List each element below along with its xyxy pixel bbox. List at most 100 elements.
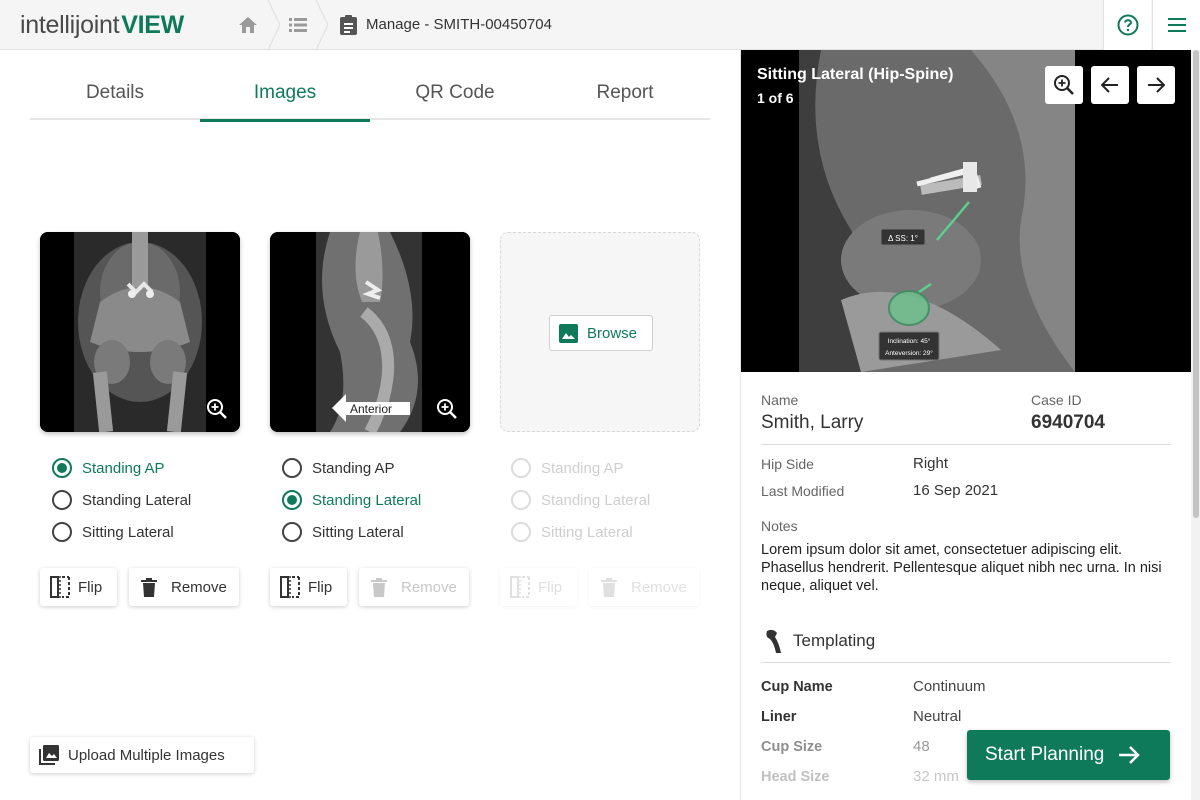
zoom-button[interactable] — [206, 398, 228, 420]
case-id-label: Case ID — [1031, 392, 1082, 408]
previous-image-button[interactable] — [1091, 66, 1129, 104]
tab-report[interactable]: Report — [540, 65, 710, 120]
flip-label: Flip — [538, 578, 563, 596]
breadcrumb-separator — [268, 0, 280, 50]
liner-label: Liner — [761, 709, 797, 725]
flip-icon — [280, 576, 300, 598]
femur-icon — [766, 629, 781, 653]
home-button[interactable] — [228, 0, 268, 50]
radio-sitting-lateral-1[interactable]: Sitting Lateral — [52, 522, 174, 542]
radio-standing-lateral-2[interactable]: Standing Lateral — [282, 490, 421, 510]
radio-standing-lateral-1[interactable]: Standing Lateral — [52, 490, 191, 510]
image-viewer[interactable]: Δ SS: 1° Inclination: 45° Anteversion: 2… — [741, 50, 1191, 372]
radio-dot — [282, 490, 302, 510]
hip-side-label: Hip Side — [761, 456, 814, 472]
tab-details[interactable]: Details — [30, 65, 200, 120]
radio-label: Standing Lateral — [312, 491, 422, 509]
viewer-counter: 1 of 6 — [757, 90, 794, 106]
menu-button[interactable] — [1152, 0, 1200, 50]
flip-button-1[interactable]: Flip — [40, 568, 117, 606]
divider — [761, 444, 1171, 445]
list-button[interactable] — [280, 0, 316, 50]
image-card-standing-ap[interactable] — [40, 232, 240, 432]
cup-name-value: Continuum — [913, 678, 986, 695]
clipboard-icon — [339, 15, 357, 35]
logo-text-1: intellijoint — [20, 11, 120, 39]
start-planning-button[interactable]: Start Planning — [967, 730, 1170, 780]
viewer-overlay-ss: Δ SS: 1° — [888, 234, 918, 243]
trash-icon — [141, 577, 157, 597]
viewer-title: Sitting Lateral (Hip-Spine) — [757, 66, 954, 83]
flip-button-2[interactable]: Flip — [270, 568, 347, 606]
help-icon — [1117, 14, 1138, 36]
last-modified-value: 16 Sep 2021 — [913, 482, 999, 499]
remove-label: Remove — [171, 578, 227, 596]
remove-label: Remove — [631, 578, 687, 596]
trash-icon — [371, 577, 387, 597]
flip-button-3[interactable]: Flip — [500, 568, 577, 606]
radio-dot — [511, 522, 531, 542]
panel-scrollbar[interactable] — [1191, 50, 1200, 800]
cup-size-label: Cup Size — [761, 739, 823, 755]
radio-standing-ap-2[interactable]: Standing AP — [282, 458, 395, 478]
tab-qr-code[interactable]: QR Code — [370, 65, 540, 120]
radio-sitting-lateral-3[interactable]: Sitting Lateral — [511, 522, 633, 542]
radio-dot — [282, 458, 302, 478]
remove-button-2[interactable]: Remove — [359, 568, 469, 606]
zoom-in-icon — [1054, 75, 1074, 95]
zoom-button[interactable] — [436, 398, 458, 420]
liner-value: Neutral — [913, 708, 962, 725]
last-modified-label: Last Modified — [761, 483, 845, 499]
clipboard-crumb — [334, 0, 362, 50]
radio-label: Standing Lateral — [82, 491, 192, 509]
breadcrumb-current: Manage - SMITH-00450704 — [366, 16, 552, 33]
radio-dot — [52, 490, 72, 510]
radio-label: Standing AP — [312, 459, 395, 477]
remove-button-1[interactable]: Remove — [129, 568, 239, 606]
remove-button-3[interactable]: Remove — [589, 568, 699, 606]
radio-sitting-lateral-2[interactable]: Sitting Lateral — [282, 522, 404, 542]
zoom-in-icon — [437, 399, 457, 419]
radio-label: Standing AP — [541, 459, 624, 477]
case-id: 6940704 — [1031, 412, 1105, 433]
radio-dot — [511, 458, 531, 478]
browse-button[interactable]: Browse — [549, 315, 653, 351]
image-card-empty: Browse — [500, 232, 700, 432]
radio-label: Standing AP — [82, 459, 165, 477]
radio-standing-lateral-3[interactable]: Standing Lateral — [511, 490, 650, 510]
anterior-label: Anterior — [350, 402, 393, 416]
logo-text-2: VIEW — [121, 11, 184, 39]
head-size-value: 32 mm — [913, 768, 959, 785]
next-image-button[interactable] — [1137, 66, 1175, 104]
notes-label: Notes — [761, 518, 798, 534]
tab-bar: Details Images QR Code Report — [30, 65, 710, 122]
viewer-overlay-anteversion: Anteversion: 29° — [885, 349, 933, 357]
divider — [761, 662, 1171, 663]
scroll-thumb[interactable] — [1193, 50, 1199, 518]
tab-images[interactable]: Images — [200, 65, 370, 122]
radio-label: Sitting Lateral — [82, 523, 174, 541]
viewer-overlay-inclination: Inclination: 45° — [888, 337, 931, 345]
browse-label: Browse — [587, 324, 638, 342]
image-card-standing-lateral[interactable]: Anterior — [270, 232, 470, 432]
images-icon — [39, 745, 59, 765]
help-button[interactable] — [1103, 0, 1151, 50]
arrow-right-icon — [1148, 77, 1165, 93]
hip-side-value: Right — [913, 455, 949, 472]
start-planning-label: Start Planning — [985, 744, 1105, 765]
arrow-left-icon — [1101, 77, 1118, 93]
radio-dot — [282, 522, 302, 542]
radio-standing-ap-1[interactable]: Standing AP — [52, 458, 165, 478]
radio-dot — [52, 522, 72, 542]
app-logo[interactable]: intellijointVIEW — [20, 11, 184, 40]
zoom-in-icon — [207, 399, 227, 419]
flip-icon — [50, 576, 70, 598]
list-icon — [289, 18, 307, 32]
viewer-zoom-button[interactable] — [1045, 66, 1083, 104]
top-bar: intellijointVIEW Manage - SMITH-00450704 — [0, 0, 1200, 50]
radio-standing-ap-3[interactable]: Standing AP — [511, 458, 624, 478]
home-icon — [239, 17, 257, 33]
upload-label: Upload Multiple Images — [68, 746, 225, 764]
upload-multiple-button[interactable]: Upload Multiple Images — [30, 737, 254, 773]
remove-label: Remove — [401, 578, 457, 596]
